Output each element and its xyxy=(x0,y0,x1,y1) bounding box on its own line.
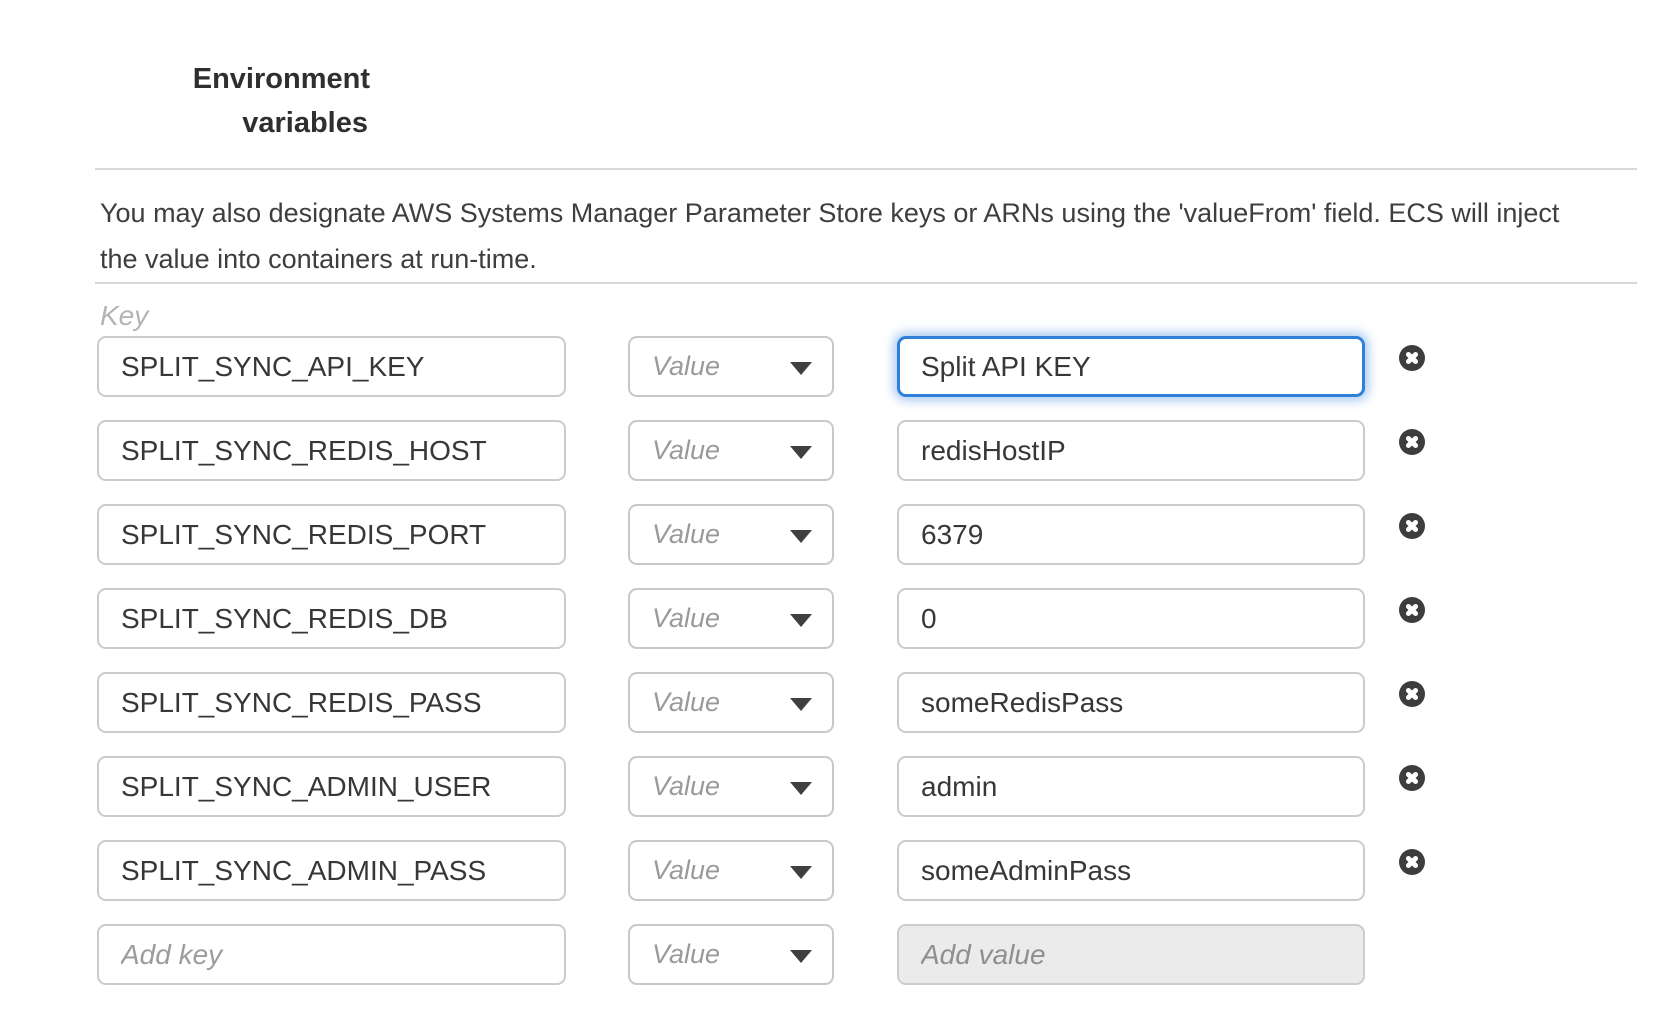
env-var-row: Value xyxy=(97,756,1425,817)
env-value-input[interactable] xyxy=(897,504,1365,565)
remove-row-button[interactable] xyxy=(1399,513,1425,539)
add-env-var-row: Value xyxy=(97,924,1425,985)
help-text: You may also designate AWS Systems Manag… xyxy=(100,190,1645,282)
section-label-line2: variables xyxy=(120,101,370,145)
env-value-input[interactable] xyxy=(897,336,1365,397)
value-type-dropdown[interactable]: Value xyxy=(628,420,834,481)
value-type-selected: Value xyxy=(652,519,720,550)
value-type-selected: Value xyxy=(652,687,720,718)
section-label-line1: Environment xyxy=(120,57,370,101)
caret-down-icon xyxy=(790,614,812,627)
env-key-input[interactable] xyxy=(97,504,566,565)
env-var-row: Value xyxy=(97,840,1425,901)
caret-down-icon xyxy=(790,698,812,711)
value-type-selected: Value xyxy=(652,603,720,634)
value-type-dropdown[interactable]: Value xyxy=(628,672,834,733)
env-var-row: Value xyxy=(97,588,1425,649)
env-value-input[interactable] xyxy=(897,588,1365,649)
key-column-label: Key xyxy=(100,300,148,332)
caret-down-icon xyxy=(790,782,812,795)
value-type-selected: Value xyxy=(652,435,720,466)
value-type-dropdown[interactable]: Value xyxy=(628,336,834,397)
value-type-dropdown[interactable]: Value xyxy=(628,756,834,817)
add-value-input[interactable] xyxy=(897,924,1365,985)
value-type-selected: Value xyxy=(652,855,720,886)
value-type-dropdown[interactable]: Value xyxy=(628,924,834,985)
divider-bottom xyxy=(95,282,1637,284)
divider-top xyxy=(95,168,1637,170)
env-key-input[interactable] xyxy=(97,840,566,901)
env-value-input[interactable] xyxy=(897,420,1365,481)
add-key-input[interactable] xyxy=(97,924,566,985)
value-type-dropdown[interactable]: Value xyxy=(628,504,834,565)
caret-down-icon xyxy=(790,362,812,375)
env-key-input[interactable] xyxy=(97,756,566,817)
remove-row-button[interactable] xyxy=(1399,345,1425,371)
caret-down-icon xyxy=(790,866,812,879)
remove-row-button[interactable] xyxy=(1399,597,1425,623)
remove-row-button[interactable] xyxy=(1399,681,1425,707)
value-type-selected: Value xyxy=(652,939,720,970)
remove-row-button[interactable] xyxy=(1399,849,1425,875)
help-text-line2: the value into containers at run-time. xyxy=(100,236,1645,282)
env-key-input[interactable] xyxy=(97,420,566,481)
env-key-input[interactable] xyxy=(97,588,566,649)
caret-down-icon xyxy=(790,530,812,543)
env-key-input[interactable] xyxy=(97,672,566,733)
help-text-line1: You may also designate AWS Systems Manag… xyxy=(100,190,1645,236)
value-type-dropdown[interactable]: Value xyxy=(628,840,834,901)
section-label: Environment variables xyxy=(120,57,370,145)
env-value-input[interactable] xyxy=(897,672,1365,733)
env-key-input[interactable] xyxy=(97,336,566,397)
value-type-selected: Value xyxy=(652,351,720,382)
environment-variables-section: Environment variables You may also desig… xyxy=(0,0,1678,1018)
value-type-dropdown[interactable]: Value xyxy=(628,588,834,649)
caret-down-icon xyxy=(790,446,812,459)
remove-row-button[interactable] xyxy=(1399,429,1425,455)
caret-down-icon xyxy=(790,950,812,963)
env-var-row: Value xyxy=(97,420,1425,481)
remove-row-button[interactable] xyxy=(1399,765,1425,791)
env-var-rows: Value Value Va xyxy=(97,336,1425,1008)
env-value-input[interactable] xyxy=(897,840,1365,901)
value-type-selected: Value xyxy=(652,771,720,802)
env-var-row: Value xyxy=(97,336,1425,397)
env-var-row: Value xyxy=(97,672,1425,733)
env-value-input[interactable] xyxy=(897,756,1365,817)
env-var-row: Value xyxy=(97,504,1425,565)
